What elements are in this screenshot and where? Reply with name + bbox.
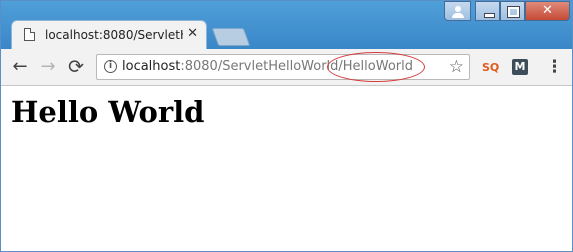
browser-tab[interactable]: localhost:8080/ServletHe ✕ (11, 20, 207, 50)
page-content: Hello World (1, 86, 572, 251)
back-icon[interactable]: ← (10, 57, 30, 77)
browser-toolbar: ← → ⟳ i localhost:8080/ServletHelloWorld… (1, 49, 572, 86)
minimize-icon[interactable] (475, 1, 500, 21)
tab-close-icon[interactable]: ✕ (187, 25, 198, 43)
reload-icon[interactable]: ⟳ (66, 57, 86, 77)
close-icon: ✕ (542, 3, 553, 18)
menu-icon[interactable]: ⋮ (546, 58, 563, 78)
page-icon (24, 28, 35, 41)
tab-title: localhost:8080/ServletHe (45, 28, 183, 42)
user-icon[interactable] (444, 1, 471, 21)
browser-window: localhost:8080/ServletHe ✕ ✕ ← → ⟳ i loc… (0, 0, 573, 252)
url-host: localhost (122, 59, 181, 74)
page-heading: Hello World (11, 95, 205, 129)
maximize-icon[interactable] (500, 1, 525, 21)
title-bar: localhost:8080/ServletHe ✕ ✕ (1, 1, 572, 50)
info-icon[interactable]: i (104, 60, 117, 73)
extension-sq-icon[interactable]: SQ (482, 60, 499, 76)
annotation-circle (327, 52, 425, 82)
bookmark-star-icon[interactable]: ☆ (449, 56, 464, 78)
address-bar[interactable]: i localhost:8080/ServletHelloWorld/Hello… (96, 52, 470, 82)
close-window-button[interactable]: ✕ (525, 1, 570, 21)
extension-m-icon[interactable]: M (512, 59, 528, 75)
new-tab-button[interactable] (211, 28, 251, 46)
forward-icon[interactable]: → (38, 57, 58, 77)
